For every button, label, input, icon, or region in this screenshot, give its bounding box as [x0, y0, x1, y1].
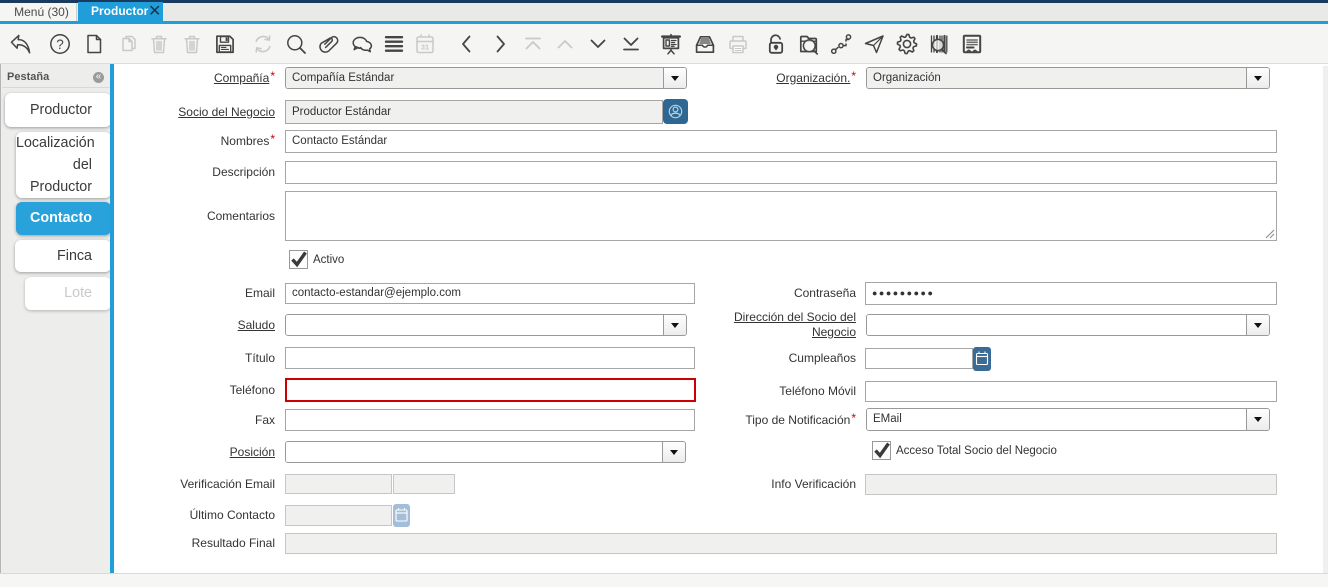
svg-text:31: 31: [421, 42, 429, 51]
svg-text:?: ?: [56, 36, 64, 51]
